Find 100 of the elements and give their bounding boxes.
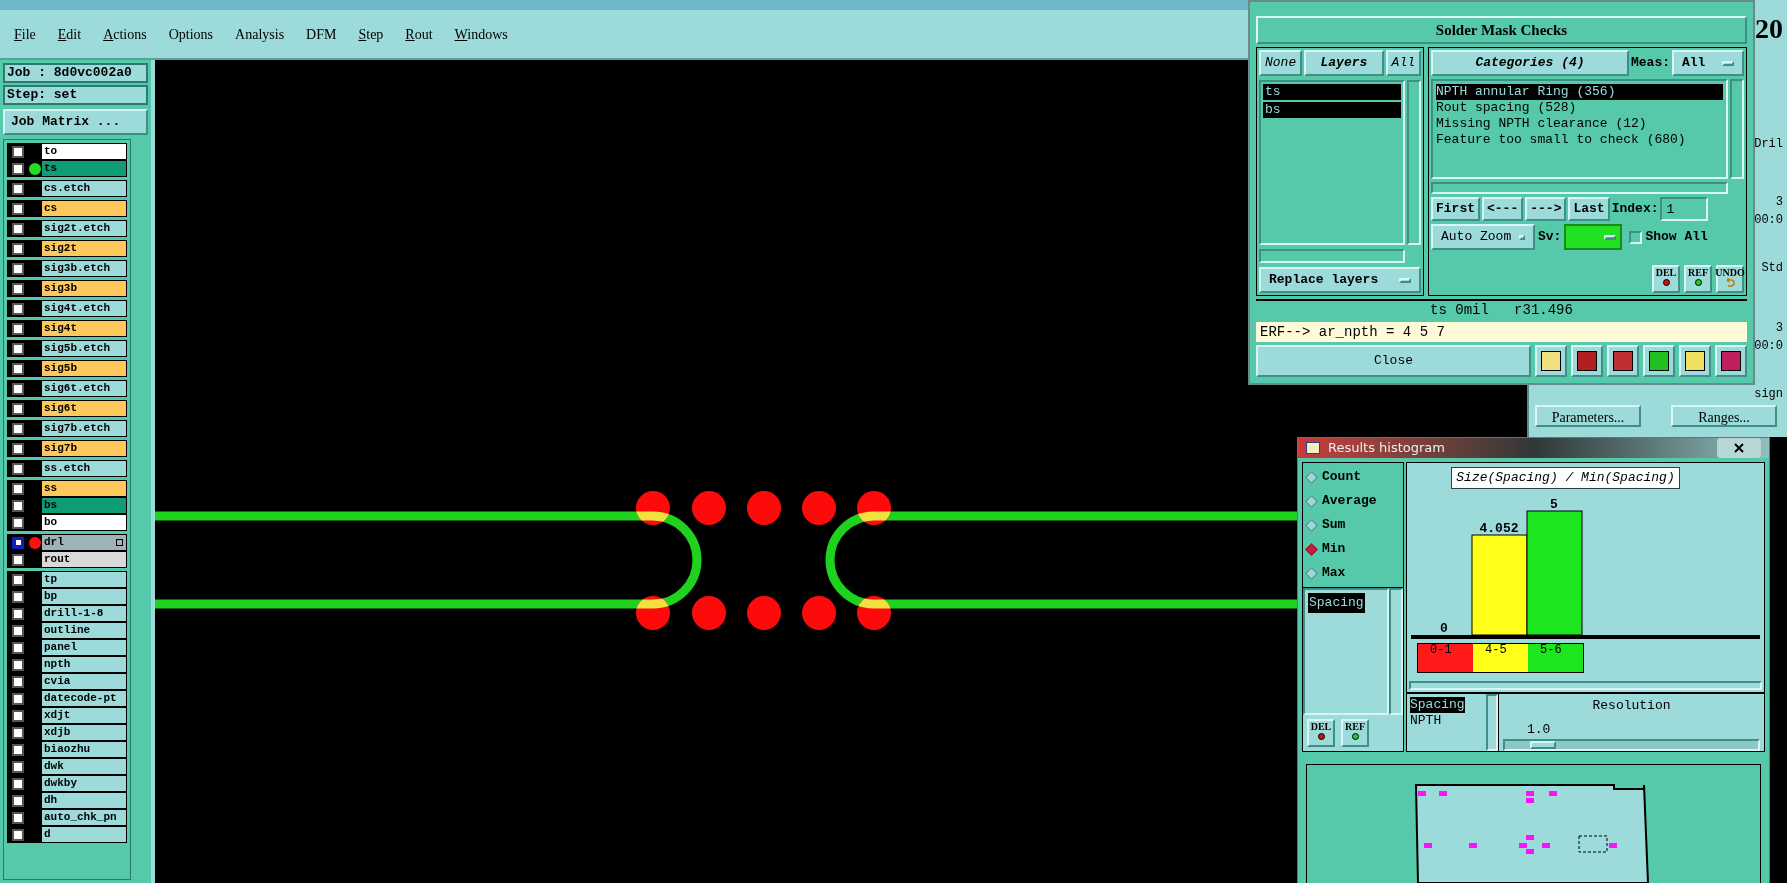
layer-name[interactable]: panel (42, 640, 126, 655)
layer-filter-button[interactable]: None (1259, 50, 1303, 76)
del-button[interactable]: DEL (1307, 719, 1335, 747)
layer-checkbox[interactable] (12, 302, 24, 315)
layer-checkbox[interactable] (12, 624, 24, 637)
layer-name[interactable]: sig4t (42, 321, 126, 336)
category-list-item[interactable]: Rout spacing (528) (1436, 100, 1723, 116)
layer-checkbox[interactable] (12, 482, 24, 495)
layer-name[interactable]: cs.etch (42, 181, 126, 196)
layer-checkbox[interactable] (12, 675, 24, 688)
layer-checkbox[interactable] (12, 462, 24, 475)
layer-checkbox[interactable] (12, 658, 24, 671)
layer-checkbox[interactable] (12, 743, 24, 756)
layer-checkbox[interactable] (12, 590, 24, 603)
severity-color-dropdown[interactable] (1564, 224, 1623, 250)
layer-checkbox[interactable] (12, 282, 24, 295)
type-list-item[interactable]: Spacing (1410, 697, 1465, 713)
measure-list-item[interactable]: Spacing (1308, 593, 1365, 613)
layer-name[interactable]: to (42, 144, 126, 159)
job-matrix-button[interactable]: Job Matrix ... (3, 109, 148, 135)
layer-name[interactable]: cs (42, 201, 126, 216)
horizontal-scrollbar[interactable] (1409, 680, 1762, 690)
layer-name[interactable]: npth (42, 657, 126, 672)
menu-item[interactable]: Rout (405, 23, 433, 45)
menu-item[interactable]: Windows (454, 23, 508, 45)
menu-item[interactable]: File (14, 23, 36, 45)
layer-name[interactable]: sig4t.etch (42, 301, 126, 316)
layer-checkbox[interactable] (12, 422, 24, 435)
layer-checkbox[interactable] (12, 811, 24, 824)
layer-checkbox[interactable] (12, 442, 24, 455)
layer-name[interactable]: sig6t (42, 401, 126, 416)
mode-radio[interactable]: Sum (1307, 517, 1399, 533)
resolution-slider[interactable] (1503, 739, 1760, 751)
layer-checkbox[interactable] (12, 202, 24, 215)
nav-button[interactable]: Last (1568, 197, 1610, 221)
layer-checkbox[interactable] (12, 828, 24, 841)
layer-name[interactable]: sig3b.etch (42, 261, 126, 276)
layer-checkbox[interactable] (12, 222, 24, 235)
menu-item[interactable]: Actions (103, 23, 147, 45)
mode-radio[interactable]: Average (1307, 493, 1399, 509)
categories-button[interactable]: Categories (4) (1431, 50, 1629, 76)
layer-checkbox[interactable] (12, 242, 24, 255)
vertical-scrollbar[interactable] (1486, 694, 1498, 751)
nav-button[interactable]: ---> (1525, 197, 1567, 221)
layer-checkbox[interactable] (12, 499, 24, 512)
close-button[interactable] (1717, 438, 1761, 458)
layer-name[interactable]: datecode-pt (42, 691, 126, 706)
menu-item[interactable]: Analysis (235, 23, 285, 45)
layer-name[interactable]: sig7b.etch (42, 421, 126, 436)
menu-item[interactable]: Step (358, 23, 384, 45)
layer-name[interactable]: dh (42, 793, 126, 808)
layer-name[interactable]: sig2t.etch (42, 221, 126, 236)
layer-name[interactable]: tp (42, 572, 126, 587)
layer-list-item[interactable]: bs (1263, 102, 1401, 118)
layer-name[interactable]: sig5b (42, 361, 126, 376)
mode-radio[interactable]: Min (1307, 541, 1399, 557)
menu-item[interactable]: DFM (306, 23, 337, 45)
layer-filter-button[interactable]: Layers (1304, 50, 1384, 76)
layer-name[interactable]: bo (42, 515, 126, 530)
layer-name[interactable]: sig6t.etch (42, 381, 126, 396)
auto-zoom-dropdown[interactable]: Auto Zoom (1431, 224, 1535, 250)
layer-filter-button[interactable]: All (1385, 50, 1421, 76)
layer-name[interactable]: dwkby (42, 776, 126, 791)
type-list-item[interactable]: NPTH (1410, 713, 1442, 729)
layer-checkbox[interactable] (12, 794, 24, 807)
layer-checkbox[interactable] (12, 709, 24, 722)
layer-checkbox[interactable] (12, 362, 24, 375)
mode-radio[interactable]: Max (1307, 565, 1399, 581)
layer-checkbox[interactable] (12, 262, 24, 275)
layer-name[interactable]: cvia (42, 674, 126, 689)
background-button[interactable]: Ranges... (1671, 405, 1777, 427)
show-all-checkbox[interactable] (1629, 230, 1643, 244)
toolbar-icon-button[interactable] (1679, 345, 1711, 377)
layer-checkbox[interactable] (12, 322, 24, 335)
del-button[interactable]: DEL (1652, 265, 1680, 293)
layer-name[interactable]: sig7b (42, 441, 126, 456)
replace-layers-dropdown[interactable]: Replace layers (1259, 267, 1421, 293)
layer-list-item[interactable]: ts (1263, 84, 1401, 100)
layer-checkbox[interactable] (12, 516, 24, 529)
category-list-item[interactable]: NPTH annular Ring (356) (1436, 84, 1723, 100)
layer-name[interactable]: dwk (42, 759, 126, 774)
ref-button[interactable]: REF (1684, 265, 1712, 293)
layer-name[interactable]: outline (42, 623, 126, 638)
layer-name[interactable]: bs (42, 498, 126, 513)
vertical-scrollbar[interactable] (1389, 588, 1403, 715)
category-list-item[interactable]: Feature too small to check (680) (1436, 132, 1723, 148)
horizontal-scrollbar[interactable] (1431, 182, 1728, 194)
slider-thumb[interactable] (1530, 741, 1557, 749)
toolbar-icon-button[interactable] (1535, 345, 1567, 377)
mode-radio[interactable]: Count (1307, 469, 1399, 485)
layer-checkbox[interactable] (12, 536, 24, 549)
toolbar-icon-button[interactable] (1607, 345, 1639, 377)
layer-checkbox[interactable] (12, 692, 24, 705)
layer-checkbox[interactable] (12, 726, 24, 739)
layer-name[interactable]: bp (42, 589, 126, 604)
toolbar-icon-button[interactable] (1571, 345, 1603, 377)
toolbar-icon-button[interactable] (1715, 345, 1747, 377)
layer-checkbox[interactable] (12, 162, 24, 175)
layer-name[interactable]: auto_chk_pn (42, 810, 126, 825)
layer-checkbox[interactable] (12, 573, 24, 586)
